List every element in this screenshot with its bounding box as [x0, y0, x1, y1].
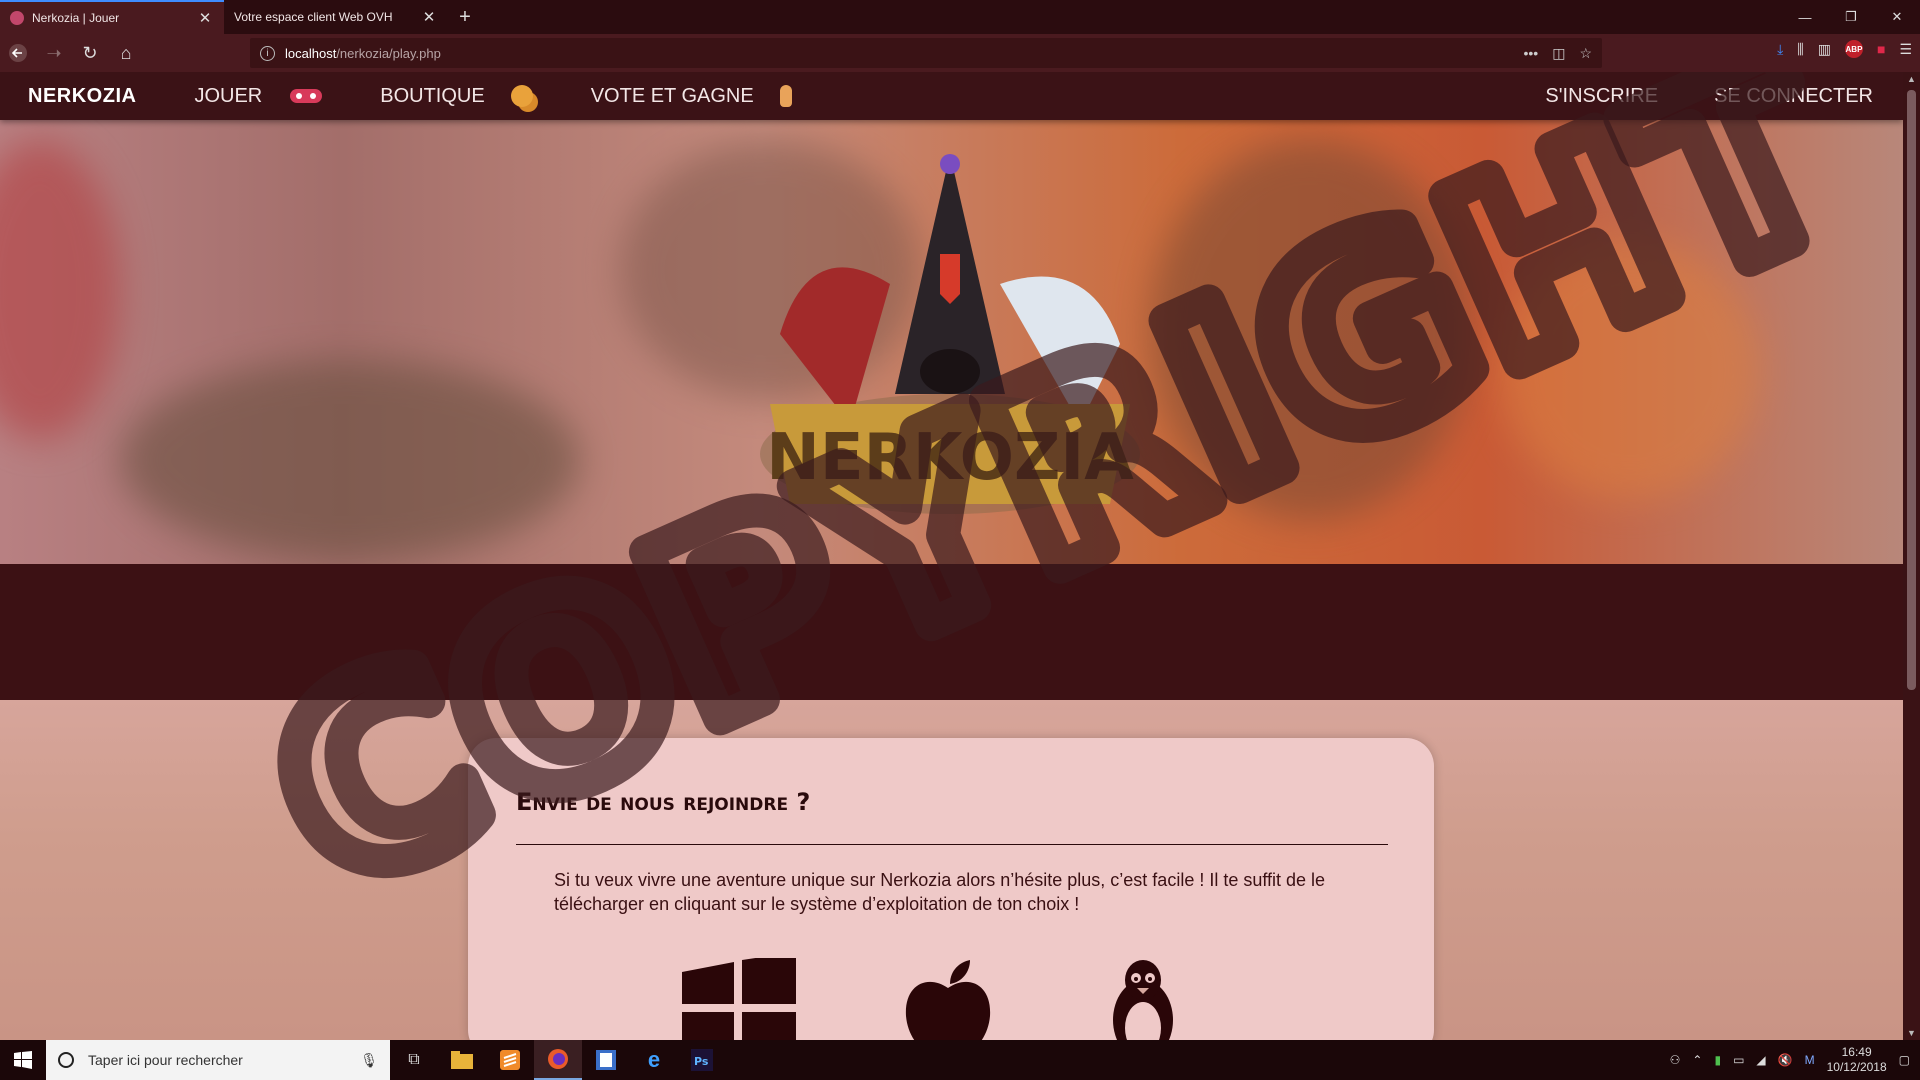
url-path: /nerkozia/play.php [336, 45, 441, 61]
library-icon[interactable]: ⫼ [1797, 41, 1803, 58]
apple-icon[interactable] [898, 958, 998, 1040]
clock[interactable]: 16:49 10/12/2018 [1827, 1045, 1887, 1075]
clock-time: 16:49 [1841, 1045, 1872, 1059]
system-tray: ⚇ ⌃ ▮ ▭ ◢ 🔇 M 16:49 10/12/2018 ▢ [1670, 1045, 1920, 1075]
window-controls: — ❐ ✕ [1782, 0, 1920, 34]
internet-explorer-icon: e [647, 1047, 661, 1072]
gamepad-icon [290, 89, 323, 103]
restore-button[interactable]: ❐ [1828, 0, 1874, 34]
scroll-down-arrow-icon[interactable]: ▼ [1903, 1028, 1920, 1038]
linux-icon[interactable] [1098, 958, 1188, 1040]
window-close-button[interactable]: ✕ [1874, 0, 1920, 34]
chevron-up-icon[interactable]: ⌃ [1692, 1053, 1702, 1067]
logo-text: NERKOZIA [766, 421, 1134, 495]
battery-status-icon[interactable]: ▭ [1733, 1053, 1744, 1067]
nav-vote[interactable]: VOTE ET GAGNE [591, 85, 792, 108]
firefox-icon [548, 1049, 568, 1069]
join-card: Envie de nous rejoindre ? Si tu veux viv… [468, 738, 1434, 1040]
home-button[interactable]: ⌂ [108, 35, 144, 71]
nav-boutique-label: BOUTIQUE [380, 84, 485, 107]
microphone-icon[interactable]: 🎙 [360, 1052, 378, 1069]
windows-taskbar: Taper ici pour rechercher 🎙 ⧉ e Ps ⚇ ⌃ ▮… [0, 1040, 1920, 1080]
battery-icon[interactable]: ▮ [1714, 1053, 1721, 1067]
ie-app[interactable]: e [630, 1040, 678, 1080]
thumbs-up-icon [779, 85, 792, 107]
site-navbar: NERKOZIA JOUER BOUTIQUE VOTE ET GAGNE S'… [0, 72, 1903, 120]
nav-inscrire[interactable]: S'INSCRIRE [1545, 85, 1658, 108]
card-title: Envie de nous rejoindre ? [516, 788, 811, 816]
photoshop-app[interactable]: Ps [678, 1040, 726, 1080]
nerkozia-logo: NERKOZIA [760, 154, 1140, 514]
info-icon[interactable]: i [260, 45, 275, 61]
task-view-icon: ⧉ [408, 1051, 420, 1068]
new-tab-button[interactable]: + [448, 0, 482, 34]
close-icon[interactable]: ✕ [420, 8, 438, 26]
tab-nerkozia[interactable]: Nerkozia | Jouer ✕ [0, 0, 224, 34]
people-icon[interactable]: ⚇ [1670, 1053, 1681, 1067]
close-icon[interactable]: ✕ [196, 9, 214, 27]
firefox-app[interactable] [534, 1040, 582, 1080]
nav-jouer-label: JOUER [194, 84, 263, 107]
download-icon[interactable]: ⤓ [1777, 41, 1783, 58]
tab-title: Nerkozia | Jouer [32, 11, 120, 25]
nav-boutique[interactable]: BOUTIQUE [380, 84, 533, 108]
search-placeholder: Taper ici pour rechercher [88, 1052, 243, 1068]
nav-vote-label: VOTE ET GAGNE [590, 84, 754, 107]
back-arrow-icon [9, 44, 27, 62]
clock-date: 10/12/2018 [1826, 1060, 1887, 1074]
site-brand[interactable]: NERKOZIA [28, 85, 136, 108]
divider [516, 844, 1388, 845]
tab-ovh[interactable]: Votre espace client Web OVH ✕ [224, 0, 448, 34]
browser-toolbar: ➝ ↻ ⌂ i localhost /nerkozia/play.php •••… [0, 34, 1920, 72]
reload-button[interactable]: ↻ [72, 35, 108, 71]
adblock-icon[interactable]: ABP [1844, 40, 1863, 58]
url-host: localhost [285, 45, 337, 61]
windows-icon[interactable] [680, 958, 798, 1040]
folder-icon [451, 1051, 473, 1069]
os-download-links [680, 958, 1188, 1040]
minimize-button[interactable]: — [1782, 0, 1828, 34]
editor-app[interactable] [582, 1040, 630, 1080]
sidebar-icon[interactable]: ▥ [1818, 41, 1831, 58]
page-scrollbar[interactable]: ▲ ▼ [1903, 72, 1920, 1040]
photoshop-icon: Ps [691, 1049, 713, 1071]
card-text: Si tu veux vivre une aventure unique sur… [554, 870, 1326, 914]
menu-icon[interactable]: ☰ [1899, 41, 1912, 58]
dark-band [0, 564, 1903, 700]
bookmark-star-icon[interactable]: ☆ [1579, 45, 1592, 62]
editor-icon [596, 1050, 616, 1070]
network-icon[interactable]: ◢ [1756, 1053, 1765, 1067]
nav-jouer[interactable]: JOUER [194, 84, 323, 108]
windows-logo-icon [14, 1051, 32, 1069]
nerkozia-favicon-icon [10, 11, 24, 25]
sublime-app[interactable] [486, 1040, 534, 1080]
notifications-icon[interactable]: ▢ [1899, 1053, 1910, 1067]
sublime-icon [500, 1050, 520, 1070]
task-view-button[interactable]: ⧉ [390, 1040, 438, 1080]
pocket-icon[interactable]: ◫ [1552, 45, 1565, 62]
page-viewport: NERKOZIA Envie de nous rejoindre ? Si tu… [0, 72, 1903, 1040]
forward-button[interactable]: ➝ [36, 35, 72, 71]
browser-tab-strip: Nerkozia | Jouer ✕ Votre espace client W… [0, 0, 1920, 34]
pocket-save-icon[interactable]: ■ [1877, 41, 1885, 57]
svg-text:Ps: Ps [694, 1055, 709, 1068]
app-tray-icon[interactable]: M [1805, 1053, 1815, 1067]
coins-icon [510, 85, 533, 107]
scrollbar-thumb[interactable] [1907, 90, 1916, 690]
explorer-app[interactable] [438, 1040, 486, 1080]
page-actions-icon[interactable]: ••• [1523, 45, 1538, 62]
start-button[interactable] [0, 1040, 46, 1080]
tab-title: Votre espace client Web OVH [234, 10, 393, 24]
back-button[interactable] [0, 35, 36, 71]
taskbar-search[interactable]: Taper ici pour rechercher 🎙 [46, 1040, 390, 1080]
nav-connecter[interactable]: SE CONNECTER [1714, 85, 1873, 108]
url-bar[interactable]: i localhost /nerkozia/play.php ••• ◫ ☆ [250, 38, 1602, 68]
cortana-icon [58, 1052, 74, 1068]
scroll-up-arrow-icon[interactable]: ▲ [1903, 74, 1920, 84]
volume-muted-icon[interactable]: 🔇 [1778, 1053, 1793, 1067]
